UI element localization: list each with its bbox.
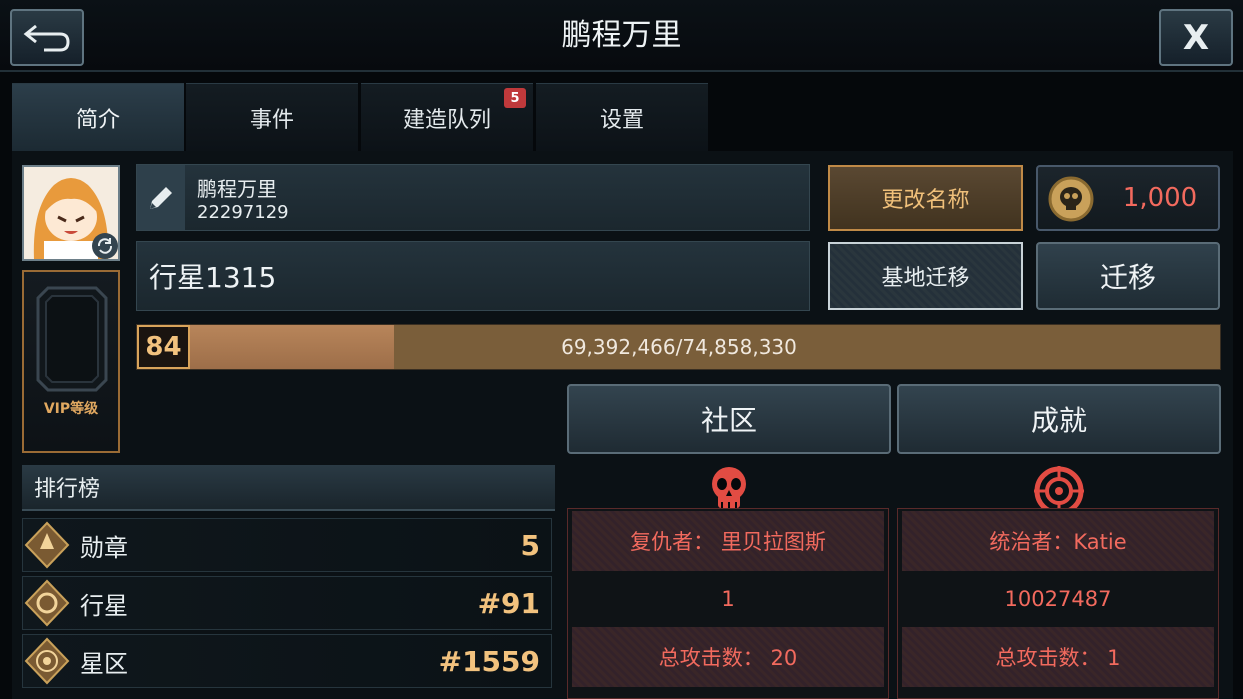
ruler-title: 统治者：Katie <box>902 511 1214 571</box>
back-button[interactable] <box>10 9 84 66</box>
ruler-total-attacks: 总攻击数： 1 <box>902 627 1214 687</box>
name-bar[interactable]: 鹏程万里 22297129 <box>136 164 810 231</box>
vip-label: VIP等级 <box>43 401 99 417</box>
build-queue-badge: 5 <box>504 88 526 108</box>
page-title: 鹏程万里 <box>561 18 682 53</box>
ranking-value-sector: #1559 <box>438 644 540 678</box>
achievements-button[interactable]: 成就 <box>897 384 1221 454</box>
ranking-header: 排行榜 <box>22 465 555 511</box>
skull-coin-icon <box>1048 176 1094 222</box>
ranking-label-sector: 星区 <box>80 649 128 678</box>
player-level: 84 <box>137 325 190 369</box>
coin-counter: 1,000 <box>1036 165 1220 231</box>
refresh-avatar-icon[interactable] <box>92 233 118 259</box>
ruler-card: 统治者：Katie 10027487 总攻击数： 1 <box>897 508 1219 699</box>
sector-rank-icon <box>24 637 70 685</box>
back-arrow-icon <box>23 24 70 51</box>
rename-button[interactable]: 更改名称 <box>828 165 1023 231</box>
move-button[interactable]: 迁移 <box>1036 242 1220 310</box>
medal-rank-icon <box>24 521 70 569</box>
experience-fill <box>190 325 394 369</box>
avenger-total-attacks: 总攻击数： 20 <box>572 627 884 687</box>
planet-bar: 行星1315 <box>136 241 810 311</box>
avenger-value: 1 <box>721 587 735 611</box>
tab-events[interactable]: 事件 <box>186 83 358 151</box>
vip-level-box[interactable]: VIP等级 <box>22 270 120 453</box>
ranking-label-planet: 行星 <box>80 591 128 620</box>
coin-amount: 1,000 <box>1122 183 1198 213</box>
community-button[interactable]: 社区 <box>567 384 891 454</box>
player-id: 22297129 <box>197 202 289 223</box>
ranking-label-medals: 勋章 <box>80 533 128 562</box>
player-name: 鹏程万里 <box>197 177 277 201</box>
ranking-value-planet: #91 <box>477 586 540 620</box>
planet-rank-icon <box>24 579 70 627</box>
ruler-value: 10027487 <box>1004 587 1112 611</box>
avatar[interactable] <box>22 165 120 261</box>
avenger-card: 复仇者： 里贝拉图斯 1 总攻击数： 20 <box>567 508 889 699</box>
ranking-value-medals: 5 <box>520 528 540 562</box>
close-button[interactable]: X <box>1159 9 1233 66</box>
experience-text: 69,392,466/74,858,330 <box>561 335 797 359</box>
vip-emblem-icon <box>36 286 108 392</box>
base-relocate-button[interactable]: 基地迁移 <box>828 242 1023 310</box>
avenger-title: 复仇者： 里贝拉图斯 <box>572 511 884 571</box>
tab-settings[interactable]: 设置 <box>536 83 708 151</box>
tab-profile[interactable]: 简介 <box>12 83 184 151</box>
edit-name-icon[interactable] <box>137 165 185 230</box>
planet-name: 行星1315 <box>149 261 277 294</box>
